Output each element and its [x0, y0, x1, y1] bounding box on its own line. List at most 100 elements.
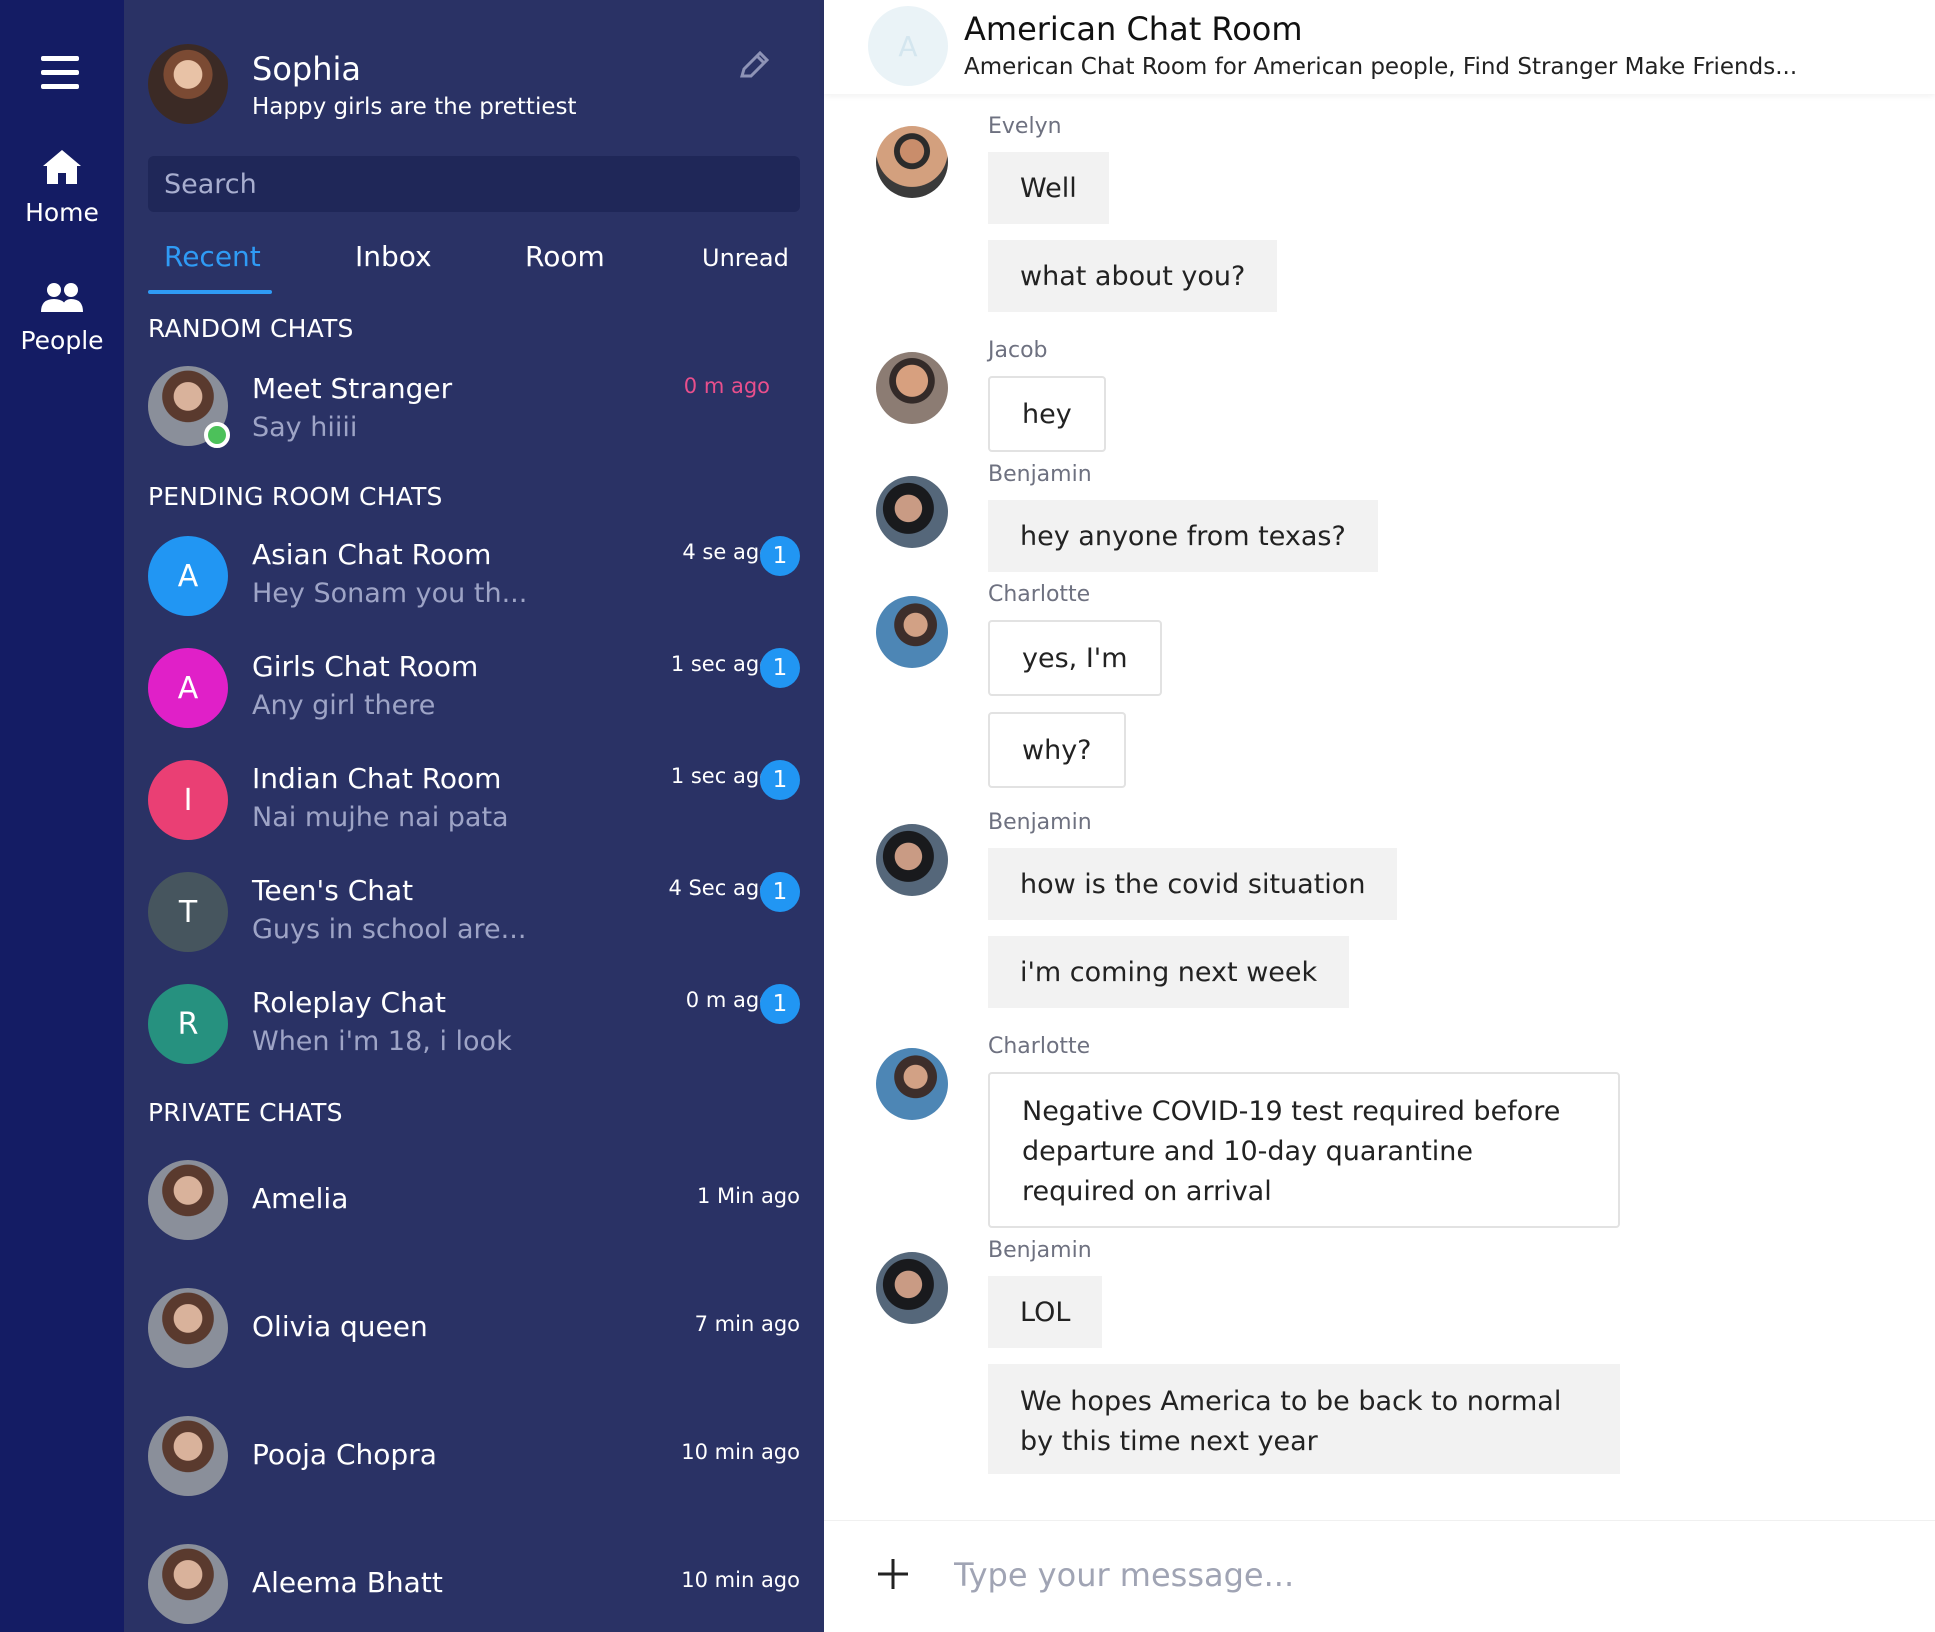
chat-preview: Hey Sonam you th...	[252, 578, 528, 609]
chat-time: 10 min ago	[681, 1568, 800, 1592]
sender-name: Jacob	[988, 338, 1048, 363]
chat-name: Girls Chat Room	[252, 650, 479, 683]
people-icon	[41, 283, 83, 312]
chat-name: Meet Stranger	[252, 372, 453, 405]
chat-row-aleema-bhatt[interactable]: Aleema Bhatt 10 min ago	[124, 1544, 824, 1632]
chat-name: Indian Chat Room	[252, 762, 502, 795]
unread-badge: 1	[760, 760, 800, 800]
room-description: American Chat Room for American people, …	[964, 54, 1798, 80]
menu-icon[interactable]	[41, 56, 79, 90]
chat-row-amelia[interactable]: Amelia 1 Min ago	[124, 1160, 824, 1256]
avatar	[148, 1416, 228, 1496]
sender-name: Charlotte	[988, 1034, 1091, 1059]
nav-home[interactable]: Home	[0, 148, 124, 227]
chat-name: Roleplay Chat	[252, 986, 446, 1019]
chat-name: Aleema Bhatt	[252, 1566, 443, 1599]
tab-unread[interactable]: Unread	[702, 244, 789, 272]
sender-avatar[interactable]	[876, 1252, 948, 1324]
chat-preview: Nai mujhe nai pata	[252, 802, 509, 833]
message-input[interactable]	[954, 1545, 1854, 1605]
unread-badge: 1	[760, 648, 800, 688]
message-bubble: how is the covid situation	[988, 848, 1398, 920]
chat-time: 0 m ago	[685, 988, 772, 1012]
chat-time: 10 min ago	[681, 1440, 800, 1464]
chat-time: 1 sec ago	[670, 764, 772, 788]
nav-people-label: People	[20, 326, 104, 355]
avatar	[148, 1160, 228, 1240]
avatar: A	[148, 648, 228, 728]
section-random-chats: RANDOM CHATS	[148, 314, 354, 343]
room-avatar[interactable]: A	[868, 6, 948, 86]
chat-row-olivia-queen[interactable]: Olivia queen 7 min ago	[124, 1288, 824, 1384]
chat-time: 4 se ago	[682, 540, 772, 564]
chat-preview: When i'm 18, i look	[252, 1026, 512, 1057]
message-bubble: what about you?	[988, 240, 1278, 312]
nav-people[interactable]: People	[0, 282, 124, 355]
sender-name: Benjamin	[988, 462, 1092, 487]
home-icon	[43, 150, 81, 184]
room-header: A American Chat Room American Chat Room …	[824, 0, 1935, 94]
edit-pencil-icon[interactable]	[736, 48, 772, 84]
unread-badge: 1	[760, 984, 800, 1024]
sender-avatar[interactable]	[876, 352, 948, 424]
chat-time: 0 m ago	[683, 374, 770, 398]
nav-home-label: Home	[25, 198, 99, 227]
chat-row-meet-stranger[interactable]: Meet Stranger Say hiiii 0 m ago	[124, 366, 824, 462]
chat-time: 1 Min ago	[696, 1184, 800, 1208]
message-bubble: We hopes America to be back to normal by…	[988, 1364, 1620, 1474]
avatar: A	[148, 536, 228, 616]
chat-row-girls-chat-room[interactable]: A Girls Chat Room Any girl there 1 sec a…	[124, 648, 824, 744]
unread-badge: 1	[760, 872, 800, 912]
sender-name: Evelyn	[988, 114, 1062, 139]
message-bubble: hey anyone from texas?	[988, 500, 1378, 572]
profile-name: Sophia	[252, 50, 361, 88]
chat-preview: Say hiiii	[252, 412, 358, 443]
chat-row-teens-chat[interactable]: T Teen's Chat Guys in school are... 4 Se…	[124, 872, 824, 968]
sender-avatar[interactable]	[876, 596, 948, 668]
tab-room[interactable]: Room	[525, 240, 605, 273]
chat-name: Amelia	[252, 1182, 349, 1215]
message-bubble: why?	[988, 712, 1126, 788]
room-title: American Chat Room	[964, 10, 1303, 48]
sender-name: Benjamin	[988, 1238, 1092, 1263]
chat-time: 4 Sec ago	[668, 876, 772, 900]
chat-time: 7 min ago	[694, 1312, 800, 1336]
chat-preview: Any girl there	[252, 690, 436, 721]
section-private-chats: PRIVATE CHATS	[148, 1098, 343, 1127]
chat-name: Olivia queen	[252, 1310, 428, 1343]
sender-avatar[interactable]	[876, 1048, 948, 1120]
online-indicator	[204, 422, 230, 448]
chat-name: Pooja Chopra	[252, 1438, 437, 1471]
chat-row-asian-chat-room[interactable]: A Asian Chat Room Hey Sonam you th... 4 …	[124, 536, 824, 632]
sender-avatar[interactable]	[876, 824, 948, 896]
sender-name: Charlotte	[988, 582, 1091, 607]
message-bubble: i'm coming next week	[988, 936, 1350, 1008]
chat-time: 1 sec ago	[670, 652, 772, 676]
chat-row-indian-chat-room[interactable]: I Indian Chat Room Nai mujhe nai pata 1 …	[124, 760, 824, 856]
chat-app: Home People Sophia Happy girls are the p…	[0, 0, 1935, 1632]
tab-recent[interactable]: Recent	[164, 240, 261, 273]
chat-name: Asian Chat Room	[252, 538, 492, 571]
search-input[interactable]	[148, 156, 800, 212]
chat-row-pooja-chopra[interactable]: Pooja Chopra 10 min ago	[124, 1416, 824, 1512]
chat-name: Teen's Chat	[252, 874, 414, 907]
profile-status: Happy girls are the prettiest	[252, 94, 577, 120]
chat-preview: Guys in school are...	[252, 914, 527, 945]
message-bubble: LOL	[988, 1276, 1103, 1348]
avatar: R	[148, 984, 228, 1064]
message-bubble: Well	[988, 152, 1109, 224]
sender-avatar[interactable]	[876, 126, 948, 198]
sender-avatar[interactable]	[876, 476, 948, 548]
plus-icon[interactable]	[876, 1557, 910, 1591]
chat-list-panel: Sophia Happy girls are the prettiest Rec…	[124, 0, 824, 1632]
nav-rail: Home People	[0, 0, 124, 1632]
avatar: I	[148, 760, 228, 840]
sender-name: Benjamin	[988, 810, 1092, 835]
chat-row-roleplay-chat[interactable]: R Roleplay Chat When i'm 18, i look 0 m …	[124, 984, 824, 1080]
section-pending-room-chats: PENDING ROOM CHATS	[148, 482, 443, 511]
profile-avatar[interactable]	[148, 44, 228, 124]
message-bubble: hey	[988, 376, 1106, 452]
message-bubble: yes, I'm	[988, 620, 1162, 696]
tab-inbox[interactable]: Inbox	[355, 240, 432, 273]
message-bubble: Negative COVID-19 test required before d…	[988, 1072, 1620, 1228]
